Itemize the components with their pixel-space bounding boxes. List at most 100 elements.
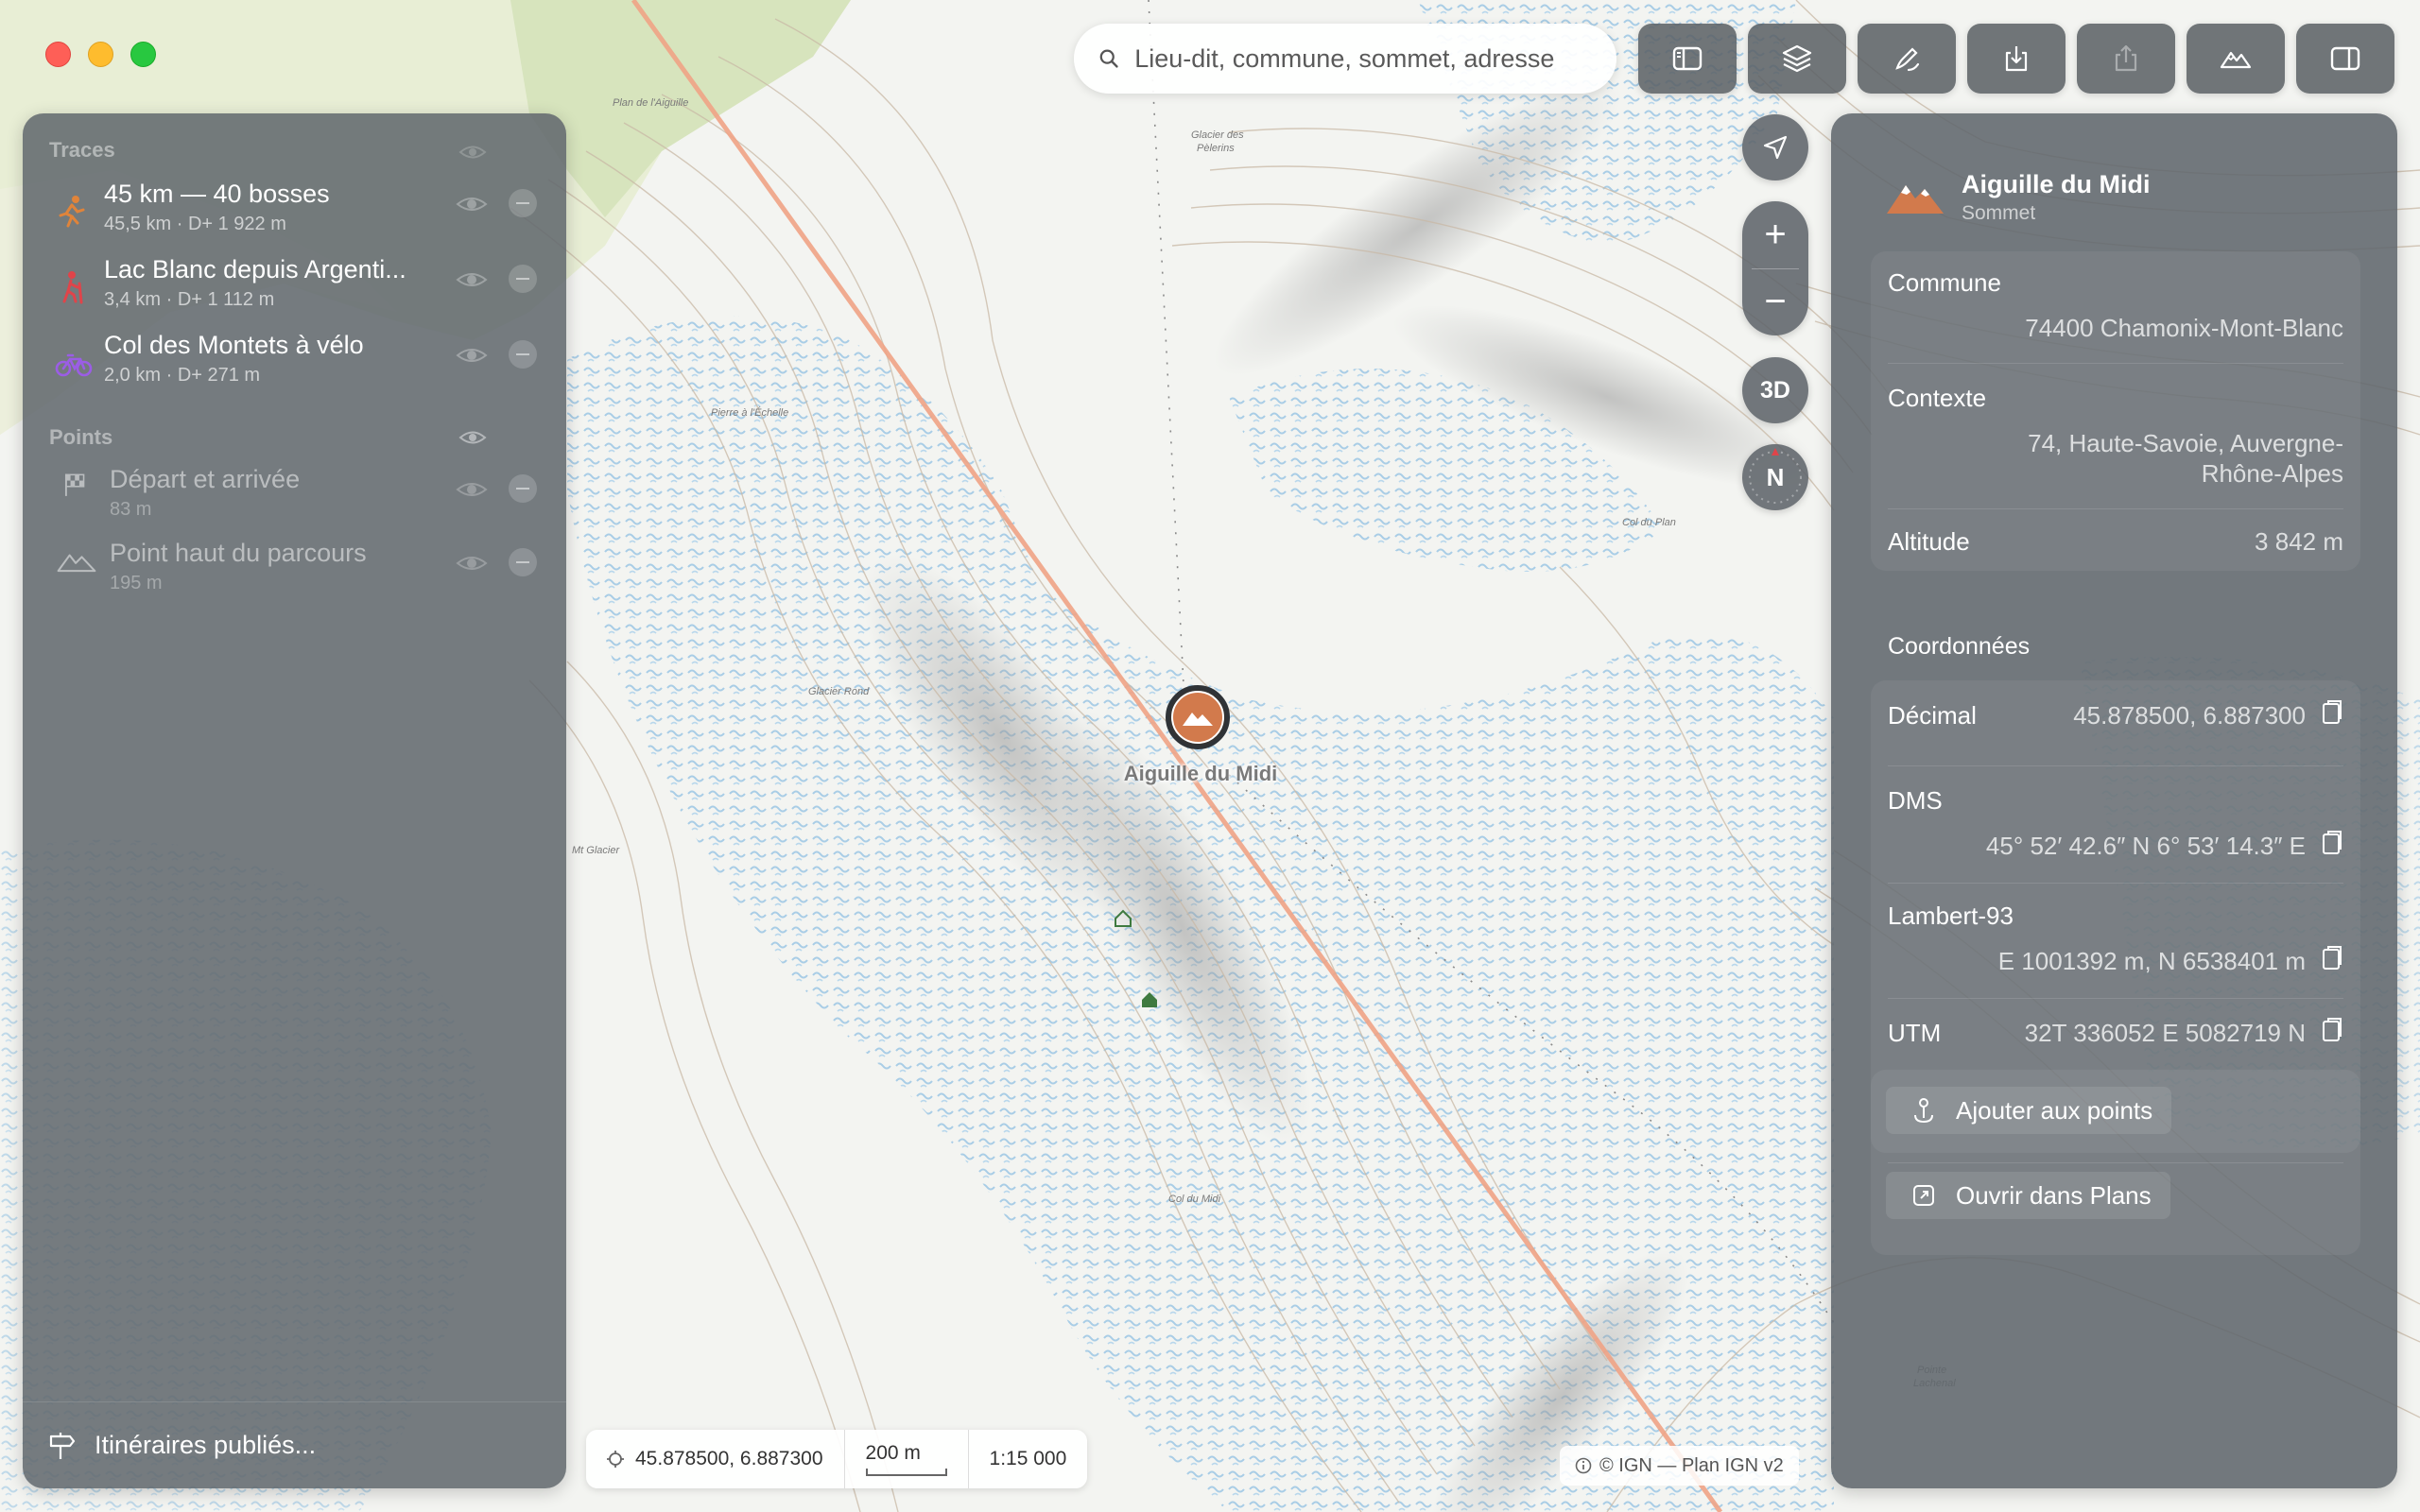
- remove-trace-button[interactable]: [509, 340, 537, 369]
- svg-text:Col du Midi: Col du Midi: [1168, 1194, 1221, 1205]
- trace-name: 45 km — 40 bosses: [104, 180, 330, 208]
- eye-icon[interactable]: [456, 478, 488, 501]
- scale-ratio: 1:15 000: [989, 1448, 1067, 1469]
- eye-icon[interactable]: [456, 552, 488, 575]
- trace-climb: D+ 1 112 m: [177, 289, 275, 310]
- draw-route-button[interactable]: [1858, 24, 1956, 94]
- info-icon: [1575, 1457, 1592, 1474]
- mountain-icon: [1887, 185, 1944, 214]
- layers-button[interactable]: [1748, 24, 1846, 94]
- eye-icon[interactable]: [458, 142, 487, 163]
- utm-label: UTM: [1888, 1019, 1942, 1047]
- sidebar-right-icon: [2330, 46, 2360, 71]
- window-minimize-button[interactable]: [88, 42, 113, 67]
- point-elevation: 83 m: [110, 499, 152, 520]
- add-to-points-button[interactable]: Ajouter aux points: [1886, 1087, 2172, 1134]
- trace-climb: D+ 271 m: [177, 365, 261, 386]
- svg-text:Col du Plan: Col du Plan: [1622, 517, 1676, 528]
- cursor-coordinates: 45.878500, 6.887300: [586, 1430, 845, 1488]
- eye-icon[interactable]: [456, 193, 488, 215]
- remove-trace-button[interactable]: [509, 189, 537, 217]
- import-button[interactable]: [1967, 24, 2066, 94]
- window-zoom-button[interactable]: [130, 42, 156, 67]
- trace-distance: 3,4 km: [104, 289, 162, 310]
- trace-item[interactable]: Col des Montets à vélo 2,0 km · D+ 271 m: [23, 331, 566, 406]
- copy-icon[interactable]: [2321, 1017, 2343, 1043]
- scale-bar: 200 m: [845, 1430, 969, 1488]
- copy-icon[interactable]: [2321, 830, 2343, 856]
- attribution-text: © IGN — Plan IGN v2: [1599, 1454, 1784, 1476]
- trace-item[interactable]: Lac Blanc depuis Argenti... 3,4 km · D+ …: [23, 255, 566, 331]
- share-button[interactable]: [2077, 24, 2175, 94]
- three-d-button[interactable]: 3D: [1742, 357, 1808, 423]
- points-heading: Points: [49, 425, 113, 449]
- open-in-plans-button[interactable]: Ouvrir dans Plans: [1886, 1172, 2170, 1219]
- scale-label: 200 m: [865, 1442, 921, 1464]
- sidebar: Traces 45 km — 40 bosses 45,5 km · D+ 1 …: [23, 113, 566, 1488]
- svg-text:Glacier Rond: Glacier Rond: [808, 686, 870, 697]
- search-icon: [1099, 49, 1118, 68]
- inspector-toggle-button[interactable]: [2296, 24, 2394, 94]
- trace-distance: 45,5 km: [104, 214, 172, 234]
- trace-climb: D+ 1 922 m: [187, 214, 286, 234]
- zoom-out-button[interactable]: −: [1742, 269, 1808, 336]
- search-input[interactable]: [1134, 43, 1592, 74]
- svg-text:Pèlerins: Pèlerins: [1197, 143, 1235, 154]
- published-itineraries-button[interactable]: Itinéraires publiés...: [23, 1401, 566, 1488]
- published-itineraries-label: Itinéraires publiés...: [95, 1431, 317, 1459]
- trace-stats: 45,5 km · D+ 1 922 m: [104, 214, 286, 234]
- trace-distance: 2,0 km: [104, 365, 162, 386]
- locate-button[interactable]: [1742, 114, 1808, 180]
- point-item[interactable]: Départ et arrivée 83 m: [23, 465, 566, 541]
- context-value-line2: Rhône-Alpes: [2201, 459, 2343, 488]
- svg-text:Glacier des: Glacier des: [1191, 129, 1244, 141]
- summit-marker-badge: [1171, 691, 1224, 744]
- altitude-value: 3 842 m: [2255, 527, 2343, 556]
- point-item[interactable]: Point haut du parcours 195 m: [23, 539, 566, 614]
- copy-icon[interactable]: [2321, 945, 2343, 971]
- elevation-profile-button[interactable]: [2187, 24, 2285, 94]
- share-icon: [2115, 44, 2137, 72]
- signpost-icon: [49, 1432, 76, 1459]
- divider: [1888, 765, 2343, 766]
- remove-trace-button[interactable]: [509, 265, 537, 293]
- pin-add-icon: [1914, 1098, 1933, 1124]
- mountain-icon: [2220, 51, 2252, 69]
- point-name: Départ et arrivée: [110, 465, 301, 493]
- eye-icon[interactable]: [456, 268, 488, 291]
- copy-icon[interactable]: [2321, 699, 2343, 726]
- lambert-label: Lambert-93: [1888, 902, 2014, 930]
- trace-item[interactable]: 45 km — 40 bosses 45,5 km · D+ 1 922 m: [23, 180, 566, 255]
- add-to-points-label: Ajouter aux points: [1956, 1095, 2153, 1125]
- crosshair-icon: [607, 1451, 624, 1468]
- layers-icon: [1782, 44, 1812, 73]
- eye-icon[interactable]: [458, 427, 487, 448]
- location-arrow-icon: [1763, 135, 1788, 160]
- altitude-label: Altitude: [1888, 527, 1970, 556]
- bicycle-icon: [55, 353, 93, 377]
- zoom-in-button[interactable]: +: [1742, 201, 1808, 268]
- place-type: Sommet: [1962, 202, 2036, 224]
- map-attribution[interactable]: © IGN — Plan IGN v2: [1560, 1446, 1799, 1486]
- hiking-icon: [62, 271, 83, 304]
- open-in-plans-label: Ouvrir dans Plans: [1956, 1180, 2152, 1210]
- summit-marker[interactable]: [1166, 685, 1230, 749]
- zoom-control: + −: [1742, 201, 1808, 335]
- coordinates-heading: Coordonnées: [1888, 633, 2031, 660]
- mountain-icon: [57, 554, 96, 573]
- svg-text:Mt Glacier: Mt Glacier: [572, 845, 620, 856]
- context-label: Contexte: [1888, 384, 1987, 412]
- remove-point-button[interactable]: [509, 474, 537, 503]
- window-close-button[interactable]: [45, 42, 71, 67]
- place-info-card: Commune 74400 Chamonix-Mont-Blanc Contex…: [1871, 251, 2360, 571]
- compass-button[interactable]: N: [1742, 444, 1808, 510]
- utm-value: 32T 336052 E 5082719 N: [2024, 1019, 2306, 1047]
- marker-label: Aiguille du Midi: [1123, 762, 1278, 785]
- lambert-value: E 1001392 m, N 6538401 m: [1997, 947, 2306, 975]
- divider: [1888, 998, 2343, 999]
- remove-point-button[interactable]: [509, 548, 537, 576]
- eye-icon[interactable]: [456, 344, 488, 367]
- decimal-value: 45.878500, 6.887300: [2073, 701, 2306, 730]
- traces-heading: Traces: [49, 138, 115, 162]
- sidebar-toggle-button[interactable]: [1638, 24, 1737, 94]
